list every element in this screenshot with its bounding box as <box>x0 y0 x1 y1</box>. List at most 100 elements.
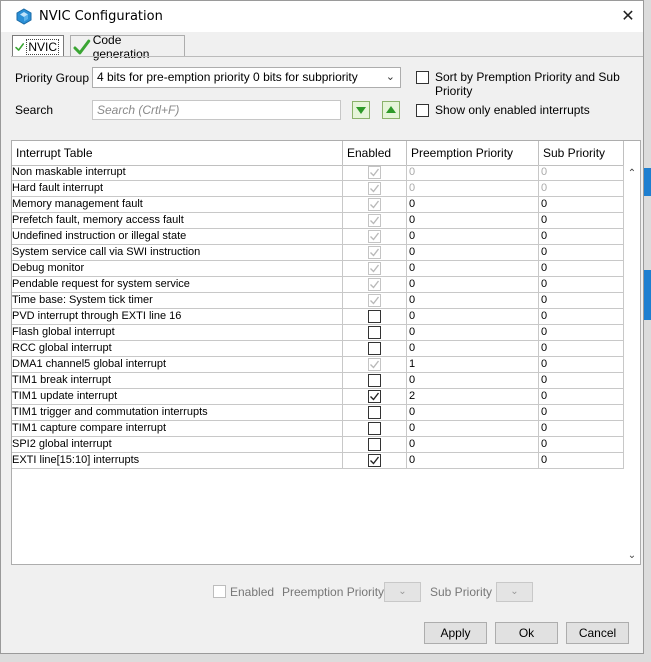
table-row[interactable]: Non maskable interrupt 0 0 <box>12 165 624 181</box>
interrupt-name: Prefetch fault, memory access fault <box>12 214 184 226</box>
close-button[interactable]: ✕ <box>613 1 643 32</box>
selection-preemption-select[interactable]: ⌄ <box>384 582 421 602</box>
interrupt-name: DMA1 channel5 global interrupt <box>12 358 167 370</box>
table-row[interactable]: DMA1 channel5 global interrupt 1 0 <box>12 357 624 373</box>
enabled-checkbox[interactable] <box>368 454 381 467</box>
table-row[interactable]: SPI2 global interrupt 0 0 <box>12 437 624 453</box>
table-row[interactable]: Pendable request for system service 0 0 <box>12 277 624 293</box>
enabled-checkbox[interactable] <box>368 438 381 451</box>
sub-priority-cell[interactable]: 0 <box>538 261 624 277</box>
table-row[interactable]: PVD interrupt through EXTI line 16 0 0 <box>12 309 624 325</box>
sub-priority-cell[interactable]: 0 <box>538 293 624 309</box>
sub-priority-cell[interactable]: 0 <box>538 277 624 293</box>
preemption-priority-cell[interactable]: 0 <box>406 197 538 213</box>
sort-by-priority-checkbox[interactable] <box>416 71 429 84</box>
preemption-priority-cell[interactable]: 0 <box>406 277 538 293</box>
cancel-button[interactable]: Cancel <box>566 622 629 644</box>
sub-priority-cell[interactable]: 0 <box>538 165 624 181</box>
enabled-checkbox[interactable] <box>368 326 381 339</box>
sub-priority-cell[interactable]: 0 <box>538 453 624 469</box>
preemption-priority-cell[interactable]: 0 <box>406 437 538 453</box>
enabled-checkbox[interactable] <box>368 422 381 435</box>
preemption-priority-cell[interactable]: 0 <box>406 453 538 469</box>
table-row[interactable]: Prefetch fault, memory access fault 0 0 <box>12 213 624 229</box>
preemption-priority-cell[interactable]: 0 <box>406 213 538 229</box>
enabled-checkbox[interactable] <box>368 310 381 323</box>
table-row[interactable]: TIM1 update interrupt 2 0 <box>12 389 624 405</box>
table-row[interactable]: System service call via SWI instruction 0… <box>12 245 624 261</box>
preemption-priority-cell[interactable]: 0 <box>406 373 538 389</box>
preemption-priority-cell[interactable]: 0 <box>406 245 538 261</box>
column-header-preemption[interactable]: Preemption Priority <box>407 141 539 165</box>
sub-priority-cell[interactable]: 0 <box>538 437 624 453</box>
checkmark-icon <box>370 296 380 305</box>
search-previous-button[interactable] <box>382 101 400 119</box>
preemption-priority-cell[interactable]: 1 <box>406 357 538 373</box>
table-row[interactable]: Flash global interrupt 0 0 <box>12 325 624 341</box>
enabled-checkbox[interactable] <box>368 374 381 387</box>
apply-button[interactable]: Apply <box>424 622 487 644</box>
preemption-priority-cell[interactable]: 0 <box>406 325 538 341</box>
column-header-enabled[interactable]: Enabled <box>343 141 407 165</box>
table-row[interactable]: Debug monitor 0 0 <box>12 261 624 277</box>
scroll-down-icon[interactable]: ⌄ <box>626 550 638 562</box>
sub-priority-cell[interactable]: 0 <box>538 405 624 421</box>
preemption-priority-cell[interactable]: 0 <box>406 261 538 277</box>
preemption-priority-cell[interactable]: 0 <box>406 421 538 437</box>
table-row[interactable]: TIM1 capture compare interrupt 0 0 <box>12 421 624 437</box>
enabled-cell <box>342 213 406 229</box>
ok-button[interactable]: Ok <box>495 622 558 644</box>
table-row[interactable]: Undefined instruction or illegal state 0 0 <box>12 229 624 245</box>
sub-priority-cell[interactable]: 0 <box>538 309 624 325</box>
enabled-checkbox[interactable] <box>368 390 381 403</box>
tab-code-generation[interactable]: Code generation <box>70 33 185 61</box>
tab-nvic[interactable]: NVIC <box>12 35 64 57</box>
preemption-priority-cell[interactable]: 0 <box>406 341 538 357</box>
priority-group-select[interactable]: 4 bits for pre-emption priority 0 bits f… <box>92 67 401 88</box>
checkmark-icon <box>370 216 380 225</box>
table-row[interactable]: TIM1 trigger and commutation interrupts 0… <box>12 405 624 421</box>
sub-priority-cell[interactable]: 0 <box>538 389 624 405</box>
search-input[interactable] <box>92 100 341 120</box>
table-row[interactable]: Hard fault interrupt 0 0 <box>12 181 624 197</box>
table-row[interactable]: Time base: System tick timer 0 0 <box>12 293 624 309</box>
table-row[interactable]: RCC global interrupt 0 0 <box>12 341 624 357</box>
selection-enabled-checkbox[interactable] <box>213 585 226 598</box>
preemption-priority-cell[interactable]: 0 <box>406 165 538 181</box>
table-row[interactable]: TIM1 break interrupt 0 0 <box>12 373 624 389</box>
column-header-sub-priority[interactable]: Sub Priority <box>539 141 624 165</box>
sub-priority-cell[interactable]: 0 <box>538 245 624 261</box>
enabled-checkbox <box>368 214 381 227</box>
sub-priority-cell[interactable]: 0 <box>538 341 624 357</box>
enabled-cell <box>342 389 406 405</box>
preemption-priority-cell[interactable]: 0 <box>406 309 538 325</box>
enabled-checkbox[interactable] <box>368 342 381 355</box>
enabled-cell <box>342 229 406 245</box>
enabled-cell <box>342 437 406 453</box>
preemption-priority-cell[interactable]: 0 <box>406 405 538 421</box>
sub-priority-cell[interactable]: 0 <box>538 325 624 341</box>
preemption-priority-cell[interactable]: 2 <box>406 389 538 405</box>
selection-sub-priority-select[interactable]: ⌄ <box>496 582 533 602</box>
table-row[interactable]: EXTI line[15:10] interrupts 0 0 <box>12 453 624 469</box>
sub-priority-cell[interactable]: 0 <box>538 197 624 213</box>
table-row[interactable]: Memory management fault 0 0 <box>12 197 624 213</box>
sub-priority-cell[interactable]: 0 <box>538 357 624 373</box>
search-next-button[interactable] <box>352 101 370 119</box>
enabled-checkbox[interactable] <box>368 406 381 419</box>
sub-priority-cell[interactable]: 0 <box>538 229 624 245</box>
sub-priority-cell[interactable]: 0 <box>538 421 624 437</box>
priority-group-label: Priority Group <box>15 71 90 85</box>
preemption-priority-cell[interactable]: 0 <box>406 293 538 309</box>
sub-priority-cell[interactable]: 0 <box>538 213 624 229</box>
window-title: NVIC Configuration <box>39 9 163 24</box>
preemption-priority-cell[interactable]: 0 <box>406 181 538 197</box>
selection-preemption-label: Preemption Priority <box>282 585 385 599</box>
background-window-strip <box>644 270 651 320</box>
show-enabled-only-checkbox[interactable] <box>416 104 429 117</box>
sub-priority-cell[interactable]: 0 <box>538 373 624 389</box>
scroll-up-icon[interactable]: ⌃ <box>626 168 638 180</box>
sub-priority-cell[interactable]: 0 <box>538 181 624 197</box>
column-header-interrupt[interactable]: Interrupt Table <box>12 141 343 165</box>
preemption-priority-cell[interactable]: 0 <box>406 229 538 245</box>
